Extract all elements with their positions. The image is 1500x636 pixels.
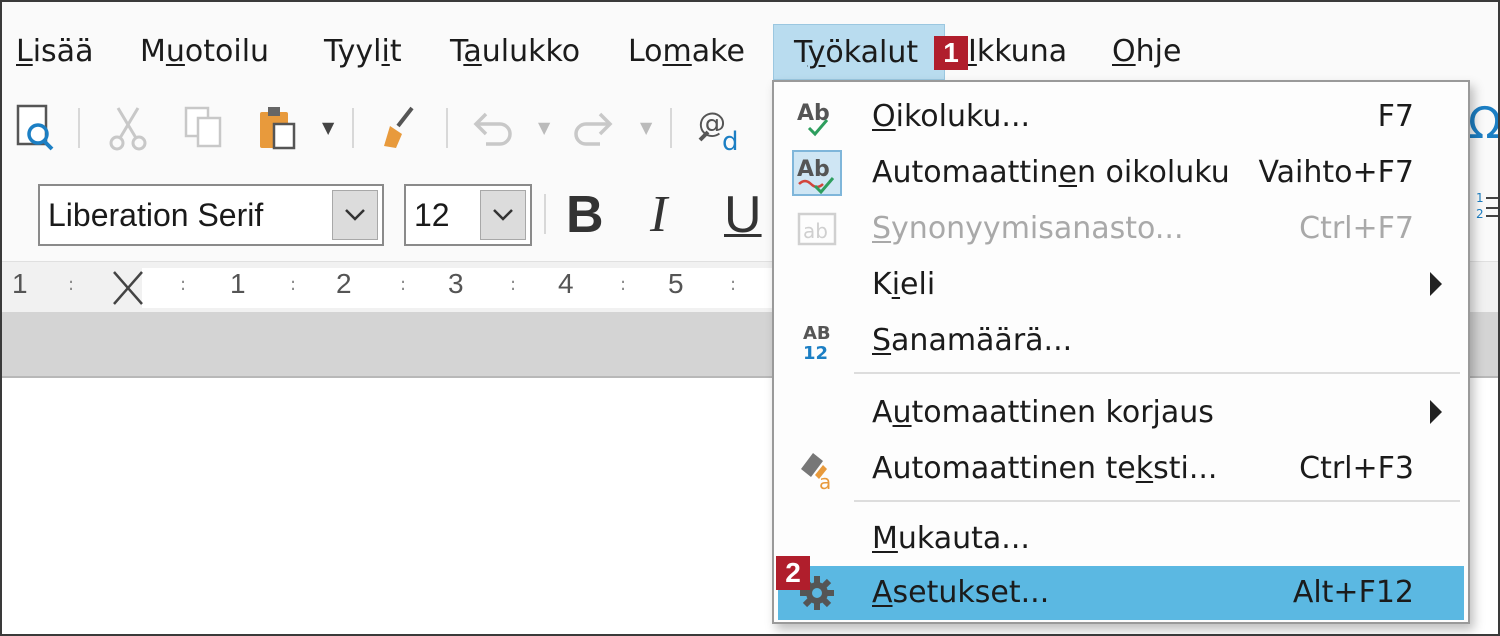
ruler-mark: 4: [558, 268, 574, 299]
copy-icon[interactable]: [178, 102, 230, 154]
print-preview-icon[interactable]: [10, 102, 62, 154]
paste-icon[interactable]: [252, 102, 304, 154]
bold-button[interactable]: B: [566, 184, 604, 246]
step-badge-1: 1: [934, 36, 968, 70]
svg-text:d: d: [722, 127, 739, 154]
svg-text:2: 2: [1476, 207, 1484, 221]
svg-text:AB: AB: [803, 323, 831, 344]
menu-item-automaattinen-teksti[interactable]: a Automaattinen teksti... Ctrl+F3: [778, 442, 1464, 496]
menu-taulukko[interactable]: Taulukko: [450, 24, 580, 80]
thesaurus-icon: ab: [792, 206, 842, 252]
menu-item-kieli[interactable]: Kieli: [778, 258, 1464, 312]
redo-icon[interactable]: [568, 102, 620, 154]
svg-text:1: 1: [1476, 191, 1484, 205]
menu-lomake[interactable]: Lomake: [628, 24, 745, 80]
menu-item-automaattinen-korjaus[interactable]: Automaattinen korjaus: [778, 386, 1464, 440]
undo-dropdown-arrow-icon[interactable]: ▼: [538, 118, 550, 137]
spelling-icon: Ab: [792, 94, 842, 140]
font-name-combobox[interactable]: Liberation Serif: [38, 184, 384, 246]
numbering-icon[interactable]: 12: [1476, 188, 1498, 232]
shortcut-label: Vaihto+F7: [1258, 155, 1414, 190]
special-character-icon[interactable]: Ω: [1468, 98, 1498, 149]
font-size-value: 12: [414, 197, 450, 233]
ruler-mark: 1: [230, 268, 246, 299]
menu-item-synonyymisanasto[interactable]: ab Synonyymisanasto... Ctrl+F7: [778, 202, 1464, 256]
find-replace-icon[interactable]: @ d: [692, 102, 744, 154]
menu-item-mukauta[interactable]: Mukauta...: [778, 512, 1464, 566]
svg-text:12: 12: [803, 343, 828, 363]
cut-icon[interactable]: [102, 102, 154, 154]
tools-menu-dropdown: Ab Oikoluku... F7 Ab Automaattinen oikol…: [772, 80, 1470, 624]
ruler-tick: :: [510, 274, 517, 295]
toolbar-separator: [544, 194, 546, 234]
menu-tyokalut[interactable]: Työkalut: [773, 24, 945, 80]
svg-text:ab: ab: [803, 219, 828, 243]
chevron-down-icon[interactable]: [332, 190, 378, 240]
font-size-combobox[interactable]: 12: [404, 184, 532, 246]
ruler-tick: :: [400, 274, 407, 295]
menu-item-asetukset[interactable]: Asetukset... Alt+F12: [778, 566, 1464, 620]
menu-tyylit[interactable]: Tyylit: [324, 24, 402, 80]
paste-dropdown-arrow-icon[interactable]: ▼: [322, 118, 334, 137]
toolbar-separator: [670, 108, 672, 148]
svg-text:a: a: [819, 470, 831, 491]
menu-item-sanamaara[interactable]: AB 12 Sanamäärä...: [778, 314, 1464, 368]
writer-window: Lisää Muotoilu Tyylit Taulukko Lomake Ty…: [0, 0, 1500, 636]
word-count-icon: AB 12: [792, 318, 842, 364]
underline-button[interactable]: U: [724, 184, 762, 246]
ruler-tick: :: [68, 274, 75, 295]
ruler-mark: 1: [12, 268, 28, 299]
toolbar-separator: [78, 108, 80, 148]
shortcut-label: F7: [1377, 99, 1414, 134]
indent-marker-icon[interactable]: [112, 270, 144, 310]
ruler-mark: 2: [336, 268, 352, 299]
auto-spellcheck-icon: Ab: [792, 150, 842, 196]
ruler-mark: 3: [448, 268, 464, 299]
chevron-down-icon[interactable]: [480, 190, 526, 240]
submenu-arrow-icon: [1430, 400, 1442, 424]
toolbar-separator: [446, 108, 448, 148]
menu-ikkuna[interactable]: Ikkuna: [968, 24, 1067, 80]
ruler-tick: :: [290, 274, 297, 295]
menu-separator: [854, 500, 1460, 502]
step-badge-2: 2: [776, 556, 810, 590]
autotext-icon: a: [792, 446, 842, 492]
ruler-tick: :: [730, 274, 737, 295]
menu-ohje[interactable]: Ohje: [1112, 24, 1181, 80]
italic-button[interactable]: I: [650, 184, 667, 246]
menu-item-oikoluku[interactable]: Ab Oikoluku... F7: [778, 90, 1464, 144]
ruler-tick: :: [620, 274, 627, 295]
submenu-arrow-icon: [1430, 272, 1442, 296]
menu-muotoilu[interactable]: Muotoilu: [140, 24, 269, 80]
redo-dropdown-arrow-icon[interactable]: ▼: [640, 118, 652, 137]
shortcut-label: Alt+F12: [1292, 575, 1414, 610]
clone-formatting-icon[interactable]: [372, 102, 424, 154]
menu-separator: [854, 372, 1460, 374]
svg-text:Ab: Ab: [797, 157, 830, 182]
menu-item-automaattinen-oikoluku[interactable]: Ab Automaattinen oikoluku Vaihto+F7: [778, 146, 1464, 200]
ruler-mark: 5: [668, 268, 684, 299]
menu-lisaa[interactable]: Lisää: [16, 24, 93, 80]
shortcut-label: Ctrl+F7: [1299, 211, 1414, 246]
font-name-value: Liberation Serif: [48, 197, 264, 233]
toolbar-separator: [352, 108, 354, 148]
shortcut-label: Ctrl+F3: [1299, 451, 1414, 486]
undo-icon[interactable]: [466, 102, 518, 154]
ruler-tick: :: [180, 274, 187, 295]
